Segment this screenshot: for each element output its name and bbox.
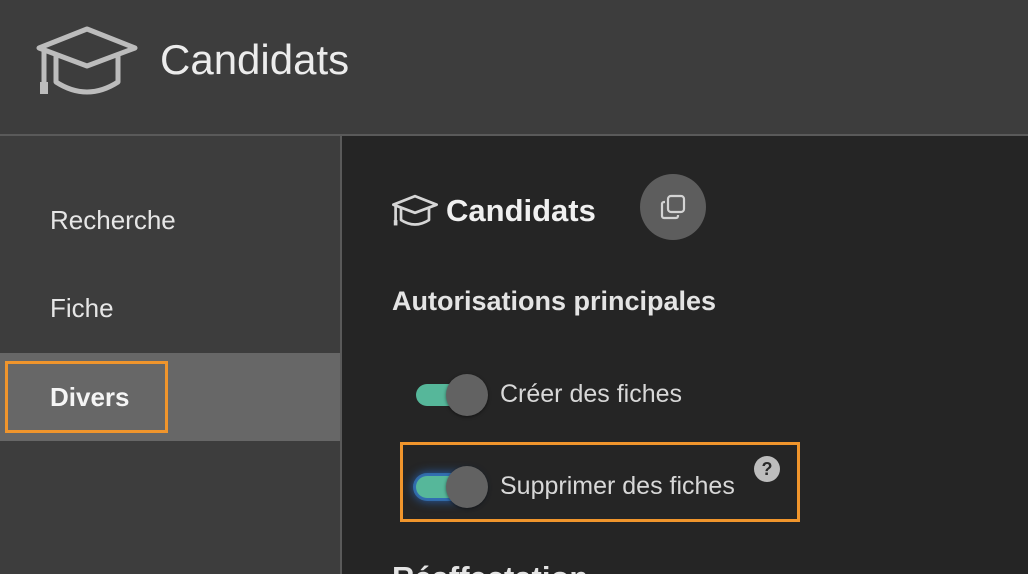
help-icon[interactable]: ? — [754, 456, 780, 482]
next-section-heading: Réaffectation — [392, 560, 588, 574]
main-content: Candidats Autorisations principales Crée… — [342, 136, 1028, 574]
permissions-heading: Autorisations principales — [392, 286, 717, 316]
create-label: Créer des fiches — [500, 379, 683, 408]
graduation-cap-icon — [36, 26, 138, 95]
delete-toggle[interactable] — [414, 466, 490, 508]
page-title: Candidats — [160, 36, 350, 83]
copy-icon — [660, 194, 686, 220]
graduation-cap-icon — [392, 194, 438, 226]
permission-delete: Supprimer des fiches ? — [414, 456, 780, 510]
delete-label: Supprimer des fiches — [500, 471, 735, 500]
section-title: Candidats — [446, 193, 596, 228]
app-header: Candidats — [0, 0, 1028, 136]
sidebar-item-fiche[interactable]: Fiche — [0, 264, 340, 352]
toggle-knob — [446, 374, 488, 416]
permission-create: Créer des fiches — [414, 370, 682, 418]
sidebar: Recherche Fiche Divers — [0, 136, 342, 574]
create-toggle[interactable] — [414, 374, 490, 416]
toggle-knob — [446, 466, 488, 508]
sidebar-item-divers[interactable]: Divers — [0, 353, 340, 441]
section-header: Candidats — [392, 188, 596, 234]
sidebar-item-recherche[interactable]: Recherche — [0, 176, 340, 264]
copy-button[interactable] — [640, 174, 706, 240]
